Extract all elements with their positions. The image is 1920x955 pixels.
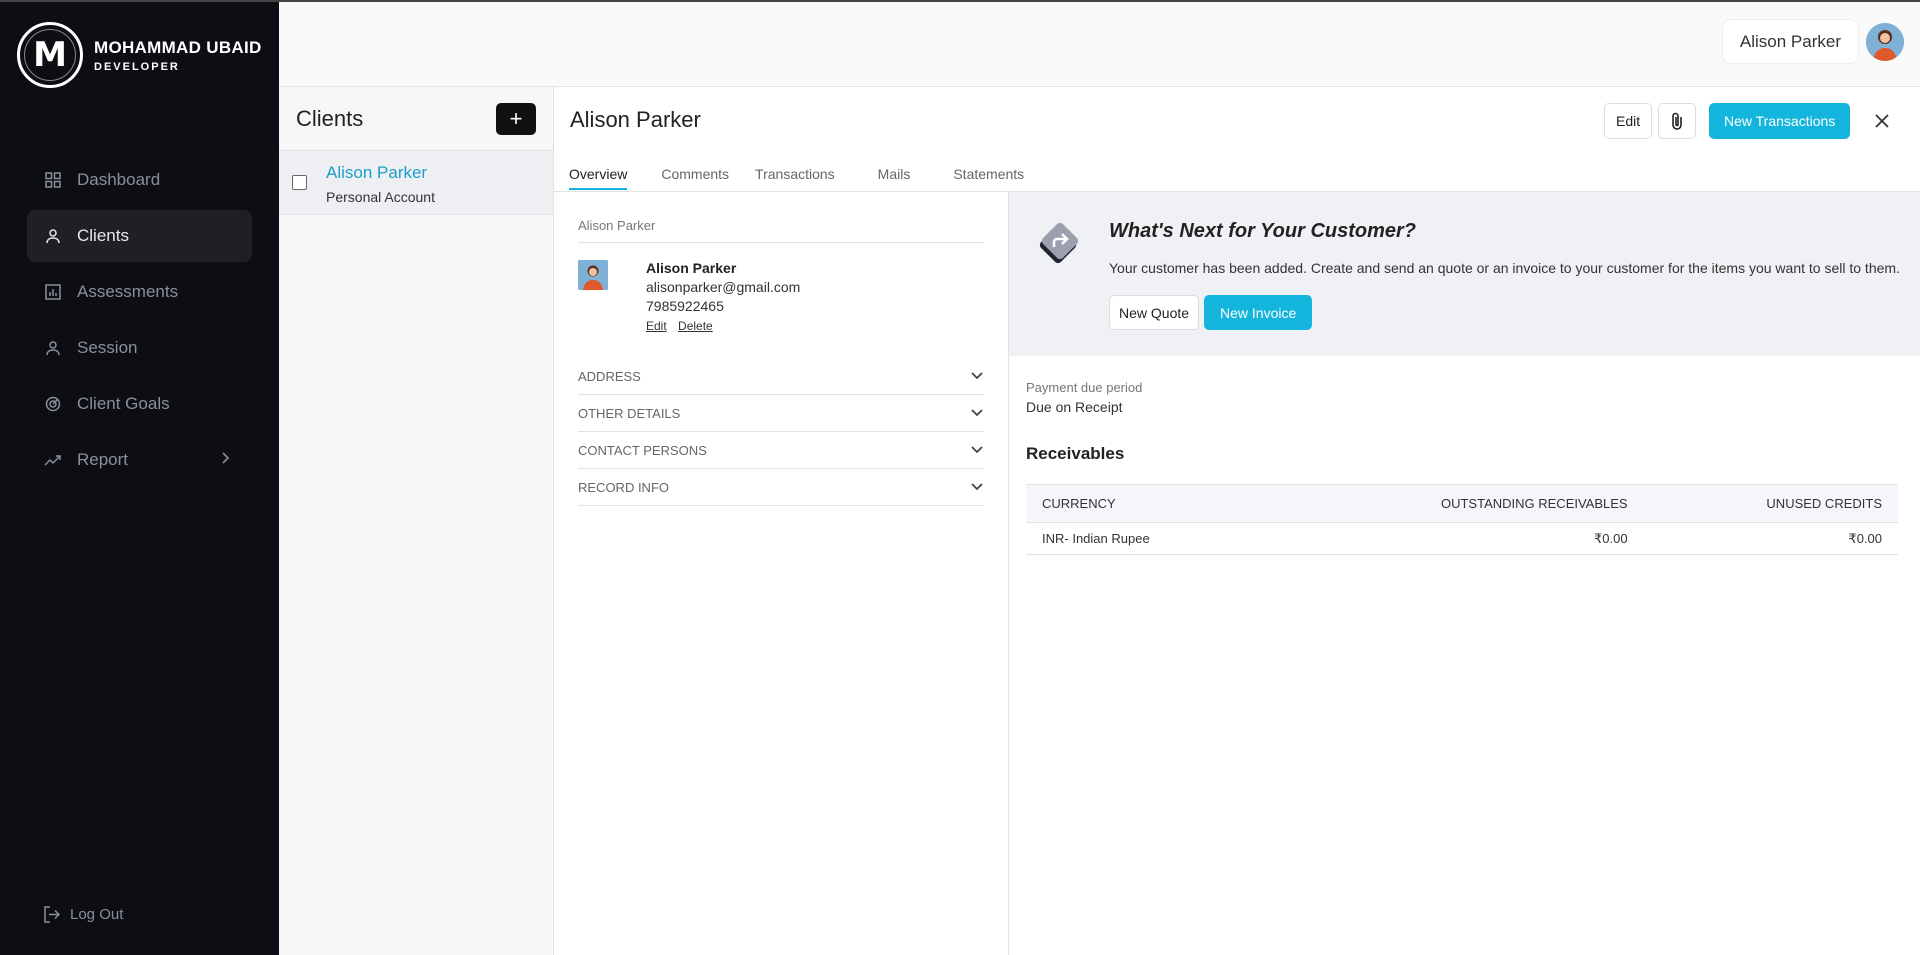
avatar [578, 260, 608, 290]
attach-button[interactable] [1658, 103, 1696, 139]
accordion-contact-persons[interactable]: CONTACT PERSONS [578, 432, 984, 469]
receivables-title: Receivables [1026, 444, 1125, 463]
column-header: OUTSTANDING RECEIVABLES [1266, 484, 1644, 523]
sidebar-item-label: Client Goals [77, 394, 170, 413]
sidebar-item-dashboard[interactable]: Dashboard [27, 154, 252, 206]
whats-next-card: What's Next for Your Customer? Your cust… [1009, 192, 1920, 356]
brand: M MOHAMMAD UBAID DEVELOPER [17, 22, 262, 88]
chevron-down-icon [970, 445, 984, 455]
topbar: Alison Parker [279, 0, 1920, 87]
table-header-row: CURRENCY OUTSTANDING RECEIVABLES UNUSED … [1026, 484, 1898, 523]
client-checkbox[interactable] [292, 175, 307, 190]
divider [578, 242, 984, 243]
payment-due-label: Payment due period [1026, 380, 1143, 395]
new-quote-button[interactable]: New Quote [1109, 295, 1200, 330]
tab-mails[interactable]: Mails [878, 166, 911, 190]
table-cell: ₹0.00 [1643, 522, 1898, 555]
brand-name: MOHAMMAD UBAID [94, 37, 262, 57]
accordion-record-info[interactable]: RECORD INFO [578, 469, 984, 506]
contact-phone: 7985922465 [646, 298, 724, 314]
whats-next-title: What's Next for Your Customer? [1109, 220, 1417, 242]
sidebar-item-client-goals[interactable]: Client Goals [27, 378, 252, 430]
brand-logo-letter: M [33, 35, 67, 75]
add-client-button[interactable]: + [496, 102, 536, 135]
accordion-label: RECORD INFO [578, 479, 669, 495]
tab-overview[interactable]: Overview [569, 166, 628, 190]
column-header: CURRENCY [1026, 484, 1267, 523]
paperclip-icon [1670, 111, 1684, 131]
tab-transactions[interactable]: Transactions [755, 166, 835, 190]
clients-panel: Clients + Alison Parker Personal Account [279, 87, 554, 955]
accordion-address[interactable]: ADDRESS [578, 358, 984, 395]
client-detail: Alison Parker Edit New Transactions Over… [554, 87, 1920, 955]
payment-due-value: Due on Receipt [1026, 399, 1123, 415]
sidebar-item-session[interactable]: Session [27, 322, 252, 374]
table-row: INR- Indian Rupee ₹0.00 ₹0.00 [1026, 522, 1898, 555]
logout-label: Log Out [70, 906, 124, 923]
logout-button[interactable]: Log Out [43, 906, 123, 923]
sidebar-item-label: Dashboard [77, 170, 161, 189]
direction-icon [1034, 219, 1084, 269]
chevron-down-icon [970, 408, 984, 418]
new-invoice-button[interactable]: New Invoice [1204, 295, 1313, 330]
sidebar: M MOHAMMAD UBAID DEVELOPER Dashboard Cli… [0, 0, 279, 955]
overview-column: What's Next for Your Customer? Your cust… [1009, 192, 1920, 955]
chevron-right-icon [220, 450, 230, 470]
delete-contact-link[interactable]: Delete [678, 319, 713, 333]
accordion-label: CONTACT PERSONS [578, 442, 707, 458]
details-accordion: ADDRESS OTHER DETAILS CONTACT PERSONS RE… [578, 358, 984, 506]
edit-button[interactable]: Edit [1604, 103, 1653, 139]
sidebar-item-label: Session [77, 338, 138, 357]
chevron-down-icon [970, 482, 984, 492]
tabs: Overview Comments Transactions Mails Sta… [569, 166, 1024, 190]
profile-column: Alison Parker Alison Parker alisonparker… [554, 192, 1009, 955]
logout-icon [43, 906, 60, 923]
contact-actions: Edit Delete [646, 319, 721, 333]
detail-header: Alison Parker Edit New Transactions Over… [554, 87, 1920, 192]
user-icon [43, 338, 63, 358]
trend-icon [43, 450, 63, 470]
tab-statements[interactable]: Statements [953, 166, 1024, 190]
edit-contact-link[interactable]: Edit [646, 319, 667, 333]
receivables-table: CURRENCY OUTSTANDING RECEIVABLES UNUSED … [1026, 484, 1898, 555]
brand-logo: M [17, 22, 83, 88]
tab-comments[interactable]: Comments [661, 166, 729, 190]
contact-email: alisonparker@gmail.com [646, 279, 801, 295]
user-name-chip[interactable]: Alison Parker [1722, 20, 1858, 63]
sidebar-item-report[interactable]: Report [27, 434, 252, 486]
column-header: UNUSED CREDITS [1643, 484, 1898, 523]
new-transactions-button[interactable]: New Transactions [1709, 103, 1851, 139]
clients-header: Clients + [279, 87, 553, 151]
table-cell: ₹0.00 [1266, 522, 1644, 555]
accordion-label: ADDRESS [578, 368, 641, 384]
accordion-other-details[interactable]: OTHER DETAILS [578, 395, 984, 432]
client-name[interactable]: Alison Parker [326, 163, 427, 183]
sidebar-item-label: Report [77, 450, 129, 469]
sidebar-item-label: Assessments [77, 282, 179, 301]
brand-role: DEVELOPER [94, 60, 180, 73]
list-item[interactable]: Alison Parker Personal Account [279, 151, 553, 215]
user-icon [43, 226, 63, 246]
avatar[interactable] [1866, 23, 1904, 61]
sidebar-nav: Dashboard Clients Assessments Session Cl… [27, 154, 252, 490]
sidebar-item-assessments[interactable]: Assessments [27, 266, 252, 318]
grid-icon [43, 170, 63, 190]
sidebar-item-clients[interactable]: Clients [27, 210, 252, 262]
whats-next-text: Your customer has been added. Create and… [1109, 260, 1900, 276]
page-title: Alison Parker [570, 107, 701, 132]
accordion-label: OTHER DETAILS [578, 405, 681, 421]
goal-icon [43, 394, 63, 414]
sidebar-item-label: Clients [77, 226, 129, 245]
chevron-down-icon [970, 371, 984, 381]
clients-title: Clients [296, 105, 364, 131]
profile-heading: Alison Parker [578, 218, 656, 233]
table-cell: INR- Indian Rupee [1026, 522, 1267, 555]
client-account-type: Personal Account [326, 189, 435, 205]
close-icon[interactable] [1872, 111, 1892, 131]
bar-chart-icon [43, 282, 63, 302]
contact-name: Alison Parker [646, 260, 737, 276]
